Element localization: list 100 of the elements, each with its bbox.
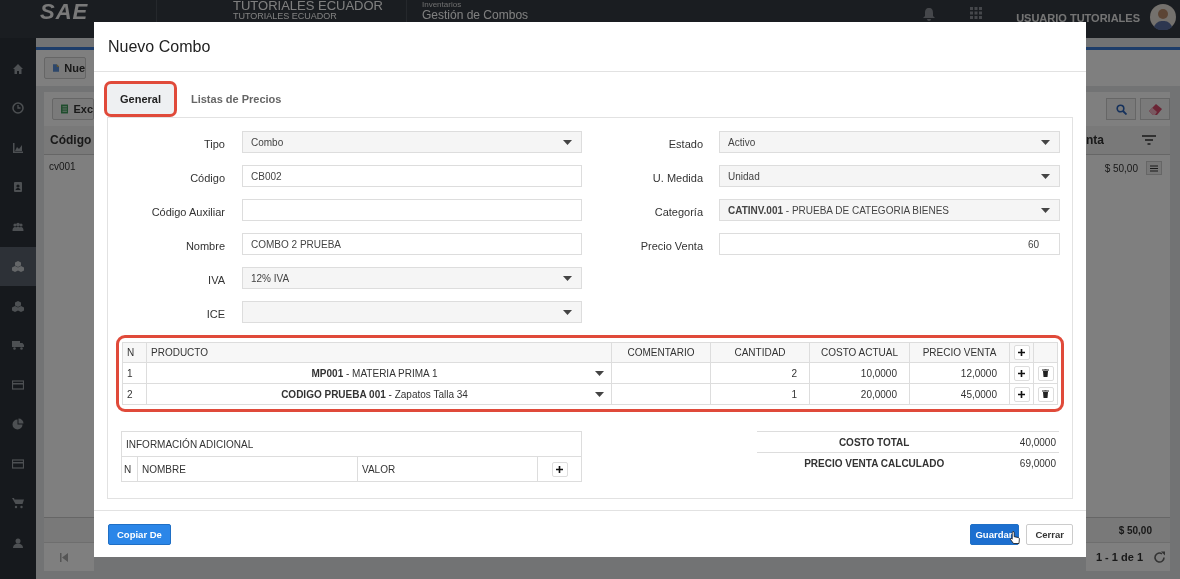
filter-icon[interactable]	[1142, 135, 1156, 145]
first-page-icon[interactable]	[60, 552, 68, 562]
caret-icon	[562, 138, 573, 146]
field-label: Nombre	[184, 239, 225, 252]
person-icon	[12, 536, 24, 549]
caret-icon	[1040, 172, 1051, 180]
new-button[interactable]: Nue	[44, 57, 86, 79]
boxes-icon	[12, 299, 24, 312]
spreadsheet-icon	[61, 103, 69, 115]
field-label: Código	[189, 171, 225, 184]
field-label: ICE	[205, 307, 225, 320]
select-field[interactable]: Unidad	[719, 165, 1060, 187]
delete-button[interactable]	[1037, 365, 1054, 381]
table-cell: 1	[710, 383, 810, 405]
column-header: PRODUCTO	[146, 342, 612, 363]
add-row-button[interactable]	[1013, 345, 1030, 360]
save-button[interactable]: Guardar	[970, 523, 1020, 545]
input-field[interactable]	[242, 199, 582, 221]
plus-icon	[1018, 390, 1025, 398]
table-cell-text: cv001	[48, 160, 77, 172]
select-field[interactable]	[242, 301, 582, 323]
clear-button[interactable]	[1140, 98, 1170, 120]
table-cell: $ 50,00	[1118, 524, 1152, 536]
column-header: COSTO ACTUAL	[809, 342, 910, 363]
plus-icon	[556, 465, 563, 473]
select-field[interactable]: MP001 - MATERIA PRIMA 1	[147, 363, 611, 383]
table-cell: 10,0000	[809, 362, 910, 384]
cart-icon	[12, 497, 24, 510]
card-icon	[12, 378, 24, 391]
clock-icon	[12, 102, 24, 115]
field-label: Tipo	[203, 137, 225, 150]
page-title: Gestión de Combos	[422, 9, 529, 21]
input-field[interactable]: CB002	[242, 165, 582, 187]
contact-icon	[12, 181, 24, 194]
input-field[interactable]	[611, 362, 711, 384]
boxes-icon	[12, 260, 24, 273]
input-field[interactable]	[611, 383, 711, 405]
select-field[interactable]: Activo	[719, 131, 1060, 153]
field-label: Código Auxiliar	[150, 205, 225, 218]
table-cell: 20,0000	[809, 383, 910, 405]
search-button[interactable]	[1106, 98, 1136, 120]
company-subtitle: TUTORIALES ECUADOR	[233, 12, 338, 21]
field-label: Precio Venta	[639, 239, 703, 252]
export-button[interactable]: Exc	[52, 98, 94, 120]
input-field[interactable]: 60	[719, 233, 1060, 255]
home-icon	[12, 62, 24, 75]
column-header: VALOR	[357, 456, 538, 482]
close-button[interactable]: Cerrar	[1026, 523, 1073, 545]
group-icon	[12, 220, 24, 233]
tab[interactable]: General	[107, 83, 174, 114]
caret-icon	[594, 369, 605, 377]
add-row-button[interactable]	[1013, 386, 1030, 402]
chart-icon	[12, 141, 24, 154]
select-field[interactable]: 12% IVA	[242, 267, 582, 289]
copy-button[interactable]: Copiar De	[108, 523, 171, 545]
add-row-button[interactable]	[551, 461, 568, 477]
trash-icon	[1042, 369, 1049, 377]
caret-icon	[562, 274, 573, 282]
row-menu-button[interactable]	[1146, 161, 1162, 175]
user-name[interactable]: USUARIO TUTORIALES	[1016, 12, 1140, 24]
search-icon	[1115, 103, 1127, 115]
trash-icon	[1042, 390, 1049, 398]
logo: SAE	[40, 0, 89, 24]
total-value: 69,0000	[991, 452, 1059, 473]
company-name: TUTORIALES ECUADOR	[233, 0, 384, 12]
table-cell: 12,0000	[909, 362, 1010, 384]
table-cell: 45,0000	[909, 383, 1010, 405]
table-cell: 2	[122, 383, 147, 405]
input-field[interactable]: COMBO 2 PRUEBA	[242, 233, 582, 255]
plus-icon	[1018, 349, 1025, 356]
table-footer	[44, 517, 94, 542]
tab[interactable]: Listas de Precios	[177, 83, 295, 114]
menu-icon	[1150, 164, 1158, 172]
column-header: N	[121, 456, 138, 482]
truck-icon	[12, 339, 24, 352]
column-header: PRECIO VENTA	[909, 342, 1010, 363]
sidebar-item[interactable]	[0, 246, 36, 286]
bell-icon[interactable]	[922, 7, 937, 21]
plus-icon	[1018, 369, 1025, 377]
field-label: U. Medida	[651, 171, 703, 184]
field-label: Categoría	[653, 205, 703, 218]
grid-icon[interactable]	[970, 7, 983, 19]
add-row-button[interactable]	[1013, 365, 1030, 381]
pie-chart-icon	[12, 418, 24, 431]
select-field[interactable]: CODIGO PRUEBA 001 - Zapatos Talla 34	[147, 384, 611, 404]
column-header: NOMBRE	[137, 456, 358, 482]
caret-icon	[594, 390, 605, 398]
select-field[interactable]: Combo	[242, 131, 582, 153]
delete-button[interactable]	[1037, 386, 1054, 402]
column-header: Código	[50, 133, 92, 147]
select-field[interactable]: CATINV.001 - PRUEBA DE CATEGORIA BIENES	[719, 199, 1060, 221]
caret-icon	[1040, 138, 1051, 146]
total-value: 40,0000	[991, 431, 1059, 453]
total-label: PRECIO VENTA CALCULADO	[757, 452, 992, 473]
refresh-icon[interactable]	[1153, 550, 1166, 564]
field-label: IVA	[207, 273, 225, 286]
avatar[interactable]	[1150, 4, 1176, 30]
table-cell: 1	[122, 362, 147, 384]
modal-title: Nuevo Combo	[108, 37, 211, 56]
table-title: INFORMACIÓN ADICIONAL	[121, 431, 582, 457]
